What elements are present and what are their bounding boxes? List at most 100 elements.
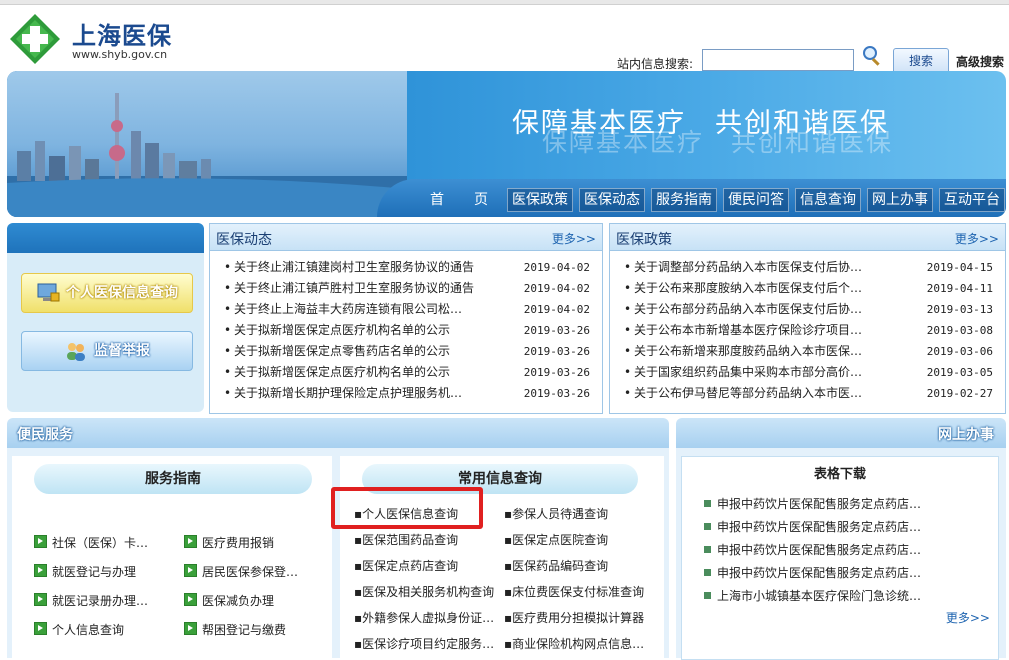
nav-dynamics[interactable]: 医保动态	[579, 188, 645, 212]
query-link[interactable]: ▪医保定点医院查询	[504, 531, 608, 548]
nav-policy[interactable]: 医保政策	[507, 188, 573, 212]
news-link[interactable]: 关于拟新增长期护理保险定点护理服务机…	[234, 383, 514, 404]
nav-online-service[interactable]: 网上办事	[867, 188, 933, 212]
query-link[interactable]: ▪商业保险机构网点信息…	[504, 635, 644, 652]
form-label: 申报中药饮片医保配售服务定点药店…	[717, 497, 922, 511]
nav-home[interactable]: 首 页	[425, 188, 501, 212]
guide-link[interactable]: 就医记录册办理…	[34, 592, 148, 609]
guide-label: 医疗费用报销	[202, 536, 275, 550]
query-label: 医保定点医院查询	[512, 533, 609, 547]
list-item: • 关于公布本市新增基本医疗保险诊疗项目… 2019-03-08	[610, 320, 1005, 341]
report-label: 监督举报	[94, 343, 150, 359]
news-link[interactable]: 关于拟新增医保定点医疗机构名单的公示	[234, 362, 514, 383]
nav-service-guide[interactable]: 服务指南	[651, 188, 717, 212]
dynamics-more-link[interactable]: 更多>>	[552, 230, 596, 247]
guide-link[interactable]: 个人信息查询	[34, 621, 124, 638]
arrow-icon	[184, 535, 197, 548]
policy-link[interactable]: 关于公布本市新增基本医疗保险诊疗项目…	[634, 320, 914, 341]
guide-link[interactable]: 居民医保参保登…	[184, 563, 298, 580]
policy-link[interactable]: 关于国家组织药品集中采购本市部分高价…	[634, 362, 914, 383]
policy-link[interactable]: 关于公布来那度胺纳入本市医保支付后个…	[634, 278, 914, 299]
dynamics-list: • 关于终止浦江镇建岗村卫生室服务协议的通告 2019-04-02 • 关于终止浦江镇…	[210, 251, 602, 404]
service-guide-title: 服务指南	[34, 464, 312, 494]
convenience-header: 便民服务	[7, 418, 669, 448]
news-link[interactable]: 关于终止浦江镇芦胜村卫生室服务协议的通告	[234, 278, 514, 299]
news-link[interactable]: 关于拟新增医保定点零售药店名单的公示	[234, 341, 514, 362]
query-link[interactable]: ▪医保及相关服务机构查询	[354, 583, 494, 600]
list-item: • 关于拟新增医保定点医疗机构名单的公示 2019-03-26	[210, 362, 602, 383]
bullet: •	[624, 302, 632, 316]
query-link[interactable]: ▪医保诊疗项目约定服务…	[354, 635, 494, 652]
list-item: • 关于调整部分药品纳入本市医保支付后协… 2019-04-15	[610, 257, 1005, 278]
nav-info-query[interactable]: 信息查询	[795, 188, 861, 212]
policy-link[interactable]: 关于公布伊马替尼等部分药品纳入本市医…	[634, 383, 914, 404]
form-link[interactable]: 申报中药饮片医保配售服务定点药店…	[704, 564, 921, 581]
list-item: • 关于终止上海益丰大药房连锁有限公司松… 2019-04-02	[210, 299, 602, 320]
query-label: 医保定点药店查询	[362, 559, 459, 573]
forms-more-link[interactable]: 更多>>	[946, 609, 990, 626]
arrow-icon	[184, 564, 197, 577]
query-link[interactable]: ▪医保范围药品查询	[354, 531, 458, 548]
policy-more-link[interactable]: 更多>>	[955, 230, 999, 247]
form-link[interactable]: 申报中药饮片医保配售服务定点药店…	[704, 495, 921, 512]
list-item: • 关于公布伊马替尼等部分药品纳入本市医… 2019-02-27	[610, 383, 1005, 404]
skyline-icon	[7, 93, 407, 217]
news-date: 2019-03-26	[523, 387, 590, 400]
quick-panel-header	[7, 223, 204, 253]
query-link[interactable]: ▪参保人员待遇查询	[504, 505, 608, 522]
bullet: •	[624, 386, 632, 400]
list-item: • 关于拟新增长期护理保险定点护理服务机… 2019-03-26	[210, 383, 602, 404]
arrow-icon	[184, 622, 197, 635]
report-button[interactable]: 监督举报	[21, 331, 193, 371]
city-skyline-image	[7, 71, 407, 217]
form-download-title: 表格下载	[813, 467, 866, 482]
guide-link[interactable]: 就医登记与办理	[34, 563, 136, 580]
nav-faq[interactable]: 便民问答	[723, 188, 789, 212]
guide-label: 医保减负办理	[202, 594, 275, 608]
list-item: • 关于公布来那度胺纳入本市医保支付后个… 2019-04-11	[610, 278, 1005, 299]
query-link[interactable]: ▪外籍参保人虚拟身份证…	[354, 609, 494, 626]
news-link[interactable]: 关于拟新增医保定点医疗机构名单的公示	[234, 320, 514, 341]
site-logo[interactable]: 上海医保 www.shyb.gov.cn	[8, 12, 188, 68]
guide-link[interactable]: 医保减负办理	[184, 592, 274, 609]
query-label: 医保诊疗项目约定服务…	[362, 637, 495, 651]
bullet: •	[624, 260, 632, 274]
news-date: 2019-04-02	[523, 261, 590, 274]
policy-link[interactable]: 关于公布新增来那度胺药品纳入本市医保…	[634, 341, 914, 362]
search-input[interactable]	[702, 49, 854, 71]
policy-date: 2019-03-05	[926, 366, 993, 379]
query-link[interactable]: ▪床位费医保支付标准查询	[504, 583, 644, 600]
guide-label: 帮困登记与缴费	[202, 623, 287, 637]
news-date: 2019-03-26	[523, 345, 590, 358]
form-link[interactable]: 申报中药饮片医保配售服务定点药店…	[704, 518, 921, 535]
bullet: •	[224, 323, 232, 337]
news-link[interactable]: 关于终止浦江镇建岗村卫生室服务协议的通告	[234, 257, 514, 278]
arrow-icon	[34, 564, 47, 577]
policy-link[interactable]: 关于调整部分药品纳入本市医保支付后协…	[634, 257, 914, 278]
nav-interaction[interactable]: 互动平台	[939, 188, 1005, 212]
query-link[interactable]: ▪医保药品编码查询	[504, 557, 608, 574]
query-link[interactable]: ▪医保定点药店查询	[354, 557, 458, 574]
form-label: 上海市小城镇基本医疗保险门急诊统…	[717, 589, 922, 603]
bullet-square-icon	[704, 500, 711, 507]
guide-link[interactable]: 帮困登记与缴费	[184, 621, 286, 638]
news-link[interactable]: 关于终止上海益丰大药房连锁有限公司松…	[234, 299, 514, 320]
guide-link[interactable]: 社保（医保）卡…	[34, 534, 148, 551]
bullet: •	[624, 323, 632, 337]
query-label: 床位费医保支付标准查询	[512, 585, 645, 599]
policy-link[interactable]: 关于公布部分药品纳入本市医保支付后协…	[634, 299, 914, 320]
slogan: 保障基本医疗 共创和谐医保	[512, 108, 889, 139]
personal-query-button[interactable]: 个人医保信息查询	[21, 273, 193, 313]
advanced-search-link[interactable]: 高级搜索	[956, 53, 1004, 70]
query-label: 参保人员待遇查询	[512, 507, 609, 521]
list-item: • 关于终止浦江镇芦胜村卫生室服务协议的通告 2019-04-02	[210, 278, 602, 299]
policy-date: 2019-03-08	[926, 324, 993, 337]
guide-link[interactable]: 医疗费用报销	[184, 534, 274, 551]
news-date: 2019-04-02	[523, 282, 590, 295]
policy-date: 2019-03-06	[926, 345, 993, 358]
list-item: • 关于拟新增医保定点零售药店名单的公示 2019-03-26	[210, 341, 602, 362]
form-link[interactable]: 上海市小城镇基本医疗保险门急诊统…	[704, 587, 921, 604]
form-link[interactable]: 申报中药饮片医保配售服务定点药店…	[704, 541, 921, 558]
query-link[interactable]: ▪医疗费用分担模拟计算器	[504, 609, 644, 626]
bullet: •	[224, 281, 232, 295]
